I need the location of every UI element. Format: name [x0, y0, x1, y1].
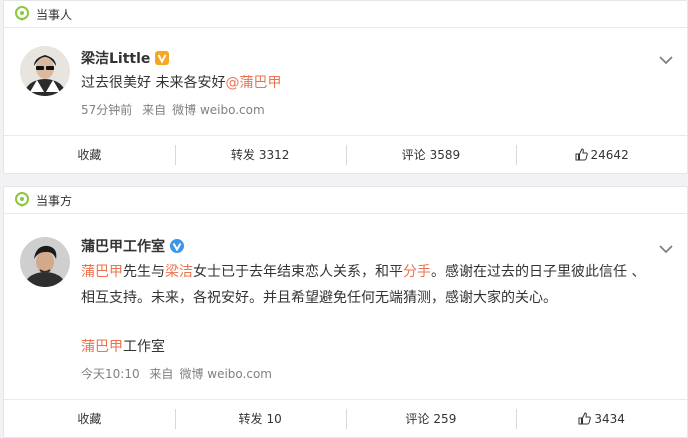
post-tag-label: 当事人	[36, 7, 73, 22]
weibo-post-card: 当事方 蒲巴甲工作室 蒲巴甲先生与梁洁女士已于去年结束恋人关系，和平分手。感谢在…	[3, 186, 688, 438]
user-name-row: 蒲巴甲工作室	[81, 236, 184, 256]
post-time[interactable]: 今天10:10	[81, 367, 140, 381]
favorite-label: 收藏	[77, 147, 102, 162]
favorite-button[interactable]: 收藏	[4, 145, 175, 165]
favorite-label: 收藏	[77, 411, 102, 426]
mention-link[interactable]: 蒲巴甲	[81, 264, 123, 280]
comment-label: 评论	[401, 147, 426, 162]
repost-button[interactable]: 转发 3312	[174, 144, 346, 165]
post-time[interactable]: 57分钟前	[81, 103, 132, 117]
mention-link[interactable]: 梁洁	[165, 264, 193, 280]
repost-label: 转发	[230, 147, 255, 162]
post-signature: 蒲巴甲工作室	[81, 336, 165, 356]
post-text-line: 相互支持。未来，各祝安好。并且希望避免任何无端猜测，感谢大家的关心。	[81, 290, 557, 306]
verified-blue-icon	[170, 239, 184, 253]
post-tag-bar: 当事人	[4, 1, 687, 28]
source-prefix: 来自	[149, 367, 174, 381]
post-meta: 57分钟前 来自 微博 weibo.com	[81, 101, 271, 118]
post-text: 先生与	[123, 264, 165, 280]
post-text: 。感谢在过去的日子里彼此信任 、	[431, 264, 646, 280]
repost-label: 转发	[238, 411, 263, 426]
mention-link[interactable]: 蒲巴甲	[81, 339, 123, 355]
post-content: 过去很美好 未来各安好@蒲巴甲	[81, 70, 281, 96]
avatar[interactable]	[20, 46, 70, 96]
post-meta: 今天10:10 来自 微博 weibo.com	[81, 365, 278, 382]
verified-orange-icon	[155, 51, 170, 65]
signature-text: 工作室	[123, 339, 165, 355]
post-actions: 收藏 转发 3312 评论 3589 24642	[4, 135, 687, 173]
location-pin-icon	[14, 192, 30, 208]
favorite-button[interactable]: 收藏	[4, 409, 175, 429]
comment-button[interactable]: 评论 3589	[345, 144, 517, 165]
post-tag-label: 当事方	[36, 193, 73, 208]
source-prefix: 来自	[142, 103, 167, 117]
post-text: 女士已于去年结束恋人关系，和平	[193, 264, 403, 280]
like-count: 3434	[594, 411, 625, 426]
weibo-post-card: 当事人 梁洁Little 过去很美好 未来各安好@蒲巴甲 57分钟前 来自 微博 …	[3, 0, 688, 174]
post-text-line: 蒲巴甲先生与梁洁女士已于去年结束恋人关系，和平分手。感谢在过去的日子里彼此信任 …	[81, 259, 681, 285]
comment-count: 259	[433, 411, 457, 426]
repost-button[interactable]: 转发 10	[174, 408, 346, 429]
post-actions: 收藏 转发 10 评论 259 3434	[4, 399, 687, 437]
comment-button[interactable]: 评论 259	[345, 408, 517, 429]
comment-label: 评论	[405, 411, 430, 426]
post-tag-bar: 当事方	[4, 187, 687, 214]
like-button[interactable]: 24642	[516, 144, 687, 165]
avatar[interactable]	[20, 237, 70, 287]
chevron-down-icon[interactable]	[659, 54, 673, 65]
post-content: 蒲巴甲先生与梁洁女士已于去年结束恋人关系，和平分手。感谢在过去的日子里彼此信任 …	[81, 259, 681, 311]
post-text: 过去很美好 未来各安好	[81, 75, 226, 91]
post-source[interactable]: 微博 weibo.com	[172, 103, 265, 117]
like-button[interactable]: 3434	[516, 408, 687, 429]
mention-link[interactable]: @蒲巴甲	[225, 75, 281, 91]
comment-count: 3589	[429, 147, 461, 162]
post-source[interactable]: 微博 weibo.com	[179, 367, 272, 381]
user-name-row: 梁洁Little	[81, 48, 170, 68]
thumbs-up-icon	[578, 412, 592, 425]
like-count: 24642	[590, 147, 629, 162]
chevron-down-icon[interactable]	[659, 243, 673, 254]
user-name[interactable]: 梁洁Little	[81, 48, 150, 68]
user-name[interactable]: 蒲巴甲工作室	[81, 236, 165, 256]
location-pin-icon	[14, 6, 30, 22]
repost-count: 3312	[258, 147, 290, 162]
repost-count: 10	[266, 411, 282, 426]
thumbs-up-icon	[575, 148, 588, 161]
hashtag-link[interactable]: 分手	[403, 264, 431, 280]
